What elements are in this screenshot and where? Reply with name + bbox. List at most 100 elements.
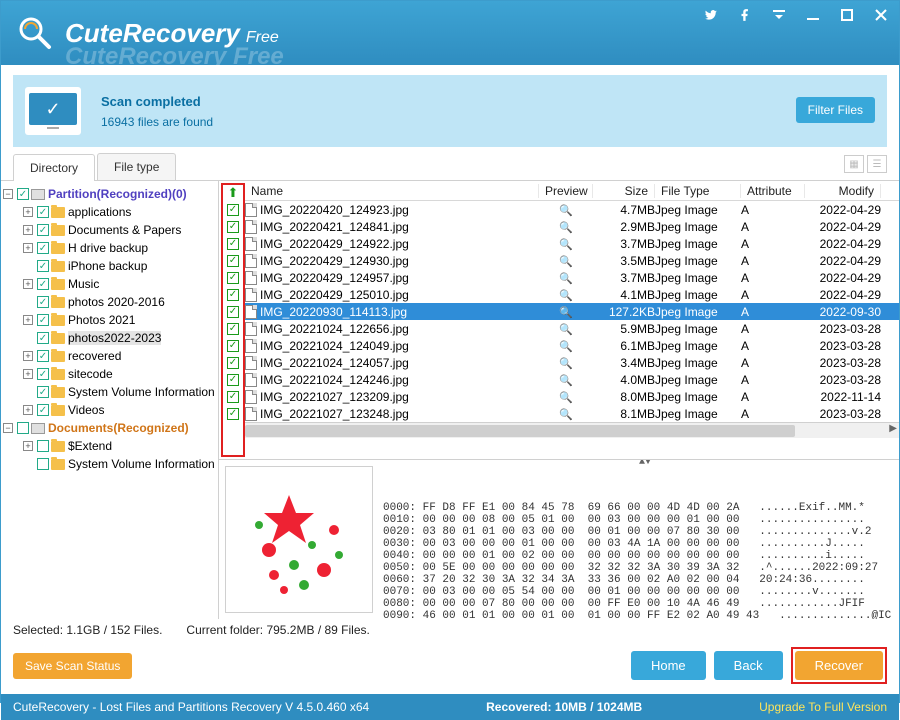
expand-toggle[interactable]: − xyxy=(3,423,13,433)
checkbox[interactable]: ✓ xyxy=(17,188,29,200)
file-row[interactable]: IMG_20220429_125010.jpg🔍4.1MBJpeg ImageA… xyxy=(245,286,899,303)
folder-label[interactable]: System Volume Information xyxy=(68,457,215,471)
preview-magnifier-icon[interactable]: 🔍 xyxy=(559,239,573,251)
file-row[interactable]: IMG_20221027_123209.jpg🔍8.0MBJpeg ImageA… xyxy=(245,388,899,405)
tree-folder-node[interactable]: +✓sitecode xyxy=(1,365,218,383)
file-checkbox[interactable]: ✓ xyxy=(227,374,239,386)
expand-toggle[interactable]: + xyxy=(23,405,33,415)
checkbox[interactable]: ✓ xyxy=(37,404,49,416)
tree-folder-node[interactable]: ✓ iPhone backup xyxy=(1,257,218,275)
minimize-icon[interactable] xyxy=(805,7,821,23)
save-scan-status-button[interactable]: Save Scan Status xyxy=(13,653,132,679)
preview-magnifier-icon[interactable]: 🔍 xyxy=(559,409,573,421)
file-row[interactable]: IMG_20220429_124922.jpg🔍3.7MBJpeg ImageA… xyxy=(245,235,899,252)
twitter-icon[interactable] xyxy=(703,7,719,23)
folder-label[interactable]: System Volume Information xyxy=(68,385,215,399)
col-preview[interactable]: Preview xyxy=(539,184,593,198)
checkbox[interactable]: ✓ xyxy=(37,278,49,290)
preview-magnifier-icon[interactable]: 🔍 xyxy=(559,273,573,285)
preview-magnifier-icon[interactable]: 🔍 xyxy=(559,256,573,268)
preview-magnifier-icon[interactable]: 🔍 xyxy=(559,375,573,387)
tree-folder-node[interactable]: +✓Documents & Papers xyxy=(1,221,218,239)
checkbox[interactable] xyxy=(17,422,29,434)
splitter-handle-icon[interactable]: ▲▼ xyxy=(639,460,651,468)
tab-file-type[interactable]: File type xyxy=(97,153,176,180)
checkbox[interactable]: ✓ xyxy=(37,260,49,272)
facebook-icon[interactable] xyxy=(737,7,753,23)
expand-toggle[interactable]: + xyxy=(23,315,33,325)
tree-folder-node[interactable]: ✓ System Volume Information xyxy=(1,383,218,401)
documents-node[interactable]: Documents(Recognized) xyxy=(48,421,189,435)
tree-folder-node[interactable]: +✓H drive backup xyxy=(1,239,218,257)
tree-folder-node[interactable]: ✓ photos2022-2023 xyxy=(1,329,218,347)
file-row[interactable]: IMG_20220429_124930.jpg🔍3.5MBJpeg ImageA… xyxy=(245,252,899,269)
checkbox[interactable]: ✓ xyxy=(37,386,49,398)
tree-folder-node[interactable]: +✓Photos 2021 xyxy=(1,311,218,329)
file-checkbox[interactable]: ✓ xyxy=(227,323,239,335)
folder-label[interactable]: photos2022-2023 xyxy=(68,331,161,345)
folder-label[interactable]: Music xyxy=(68,277,99,291)
col-modify[interactable]: Modify xyxy=(805,184,881,198)
checkbox[interactable]: ✓ xyxy=(37,368,49,380)
expand-toggle[interactable]: + xyxy=(23,243,33,253)
expand-toggle[interactable] xyxy=(23,261,33,271)
checkbox[interactable]: ✓ xyxy=(37,350,49,362)
preview-magnifier-icon[interactable]: 🔍 xyxy=(559,392,573,404)
file-checkbox[interactable]: ✓ xyxy=(227,255,239,267)
checkbox[interactable] xyxy=(37,440,49,452)
file-row[interactable]: IMG_20221027_123248.jpg🔍8.1MBJpeg ImageA… xyxy=(245,405,899,422)
expand-toggle[interactable] xyxy=(23,387,33,397)
file-grid[interactable]: Name Preview Size File Type Attribute Mo… xyxy=(245,181,899,459)
menu-dropdown-icon[interactable] xyxy=(771,7,787,23)
file-row[interactable]: IMG_20220420_124923.jpg🔍4.7MBJpeg ImageA… xyxy=(245,201,899,218)
file-row[interactable]: IMG_20221024_124049.jpg🔍6.1MBJpeg ImageA… xyxy=(245,337,899,354)
file-checkbox[interactable]: ✓ xyxy=(227,289,239,301)
checkbox[interactable] xyxy=(37,458,49,470)
tree-folder-node[interactable]: +✓Music xyxy=(1,275,218,293)
file-checkbox[interactable]: ✓ xyxy=(227,306,239,318)
upgrade-link[interactable]: Upgrade To Full Version xyxy=(759,700,887,714)
tab-directory[interactable]: Directory xyxy=(13,154,95,181)
col-type[interactable]: File Type xyxy=(655,184,741,198)
tree-folder-node[interactable]: ✓ photos 2020-2016 xyxy=(1,293,218,311)
home-button[interactable]: Home xyxy=(631,651,706,680)
file-checkbox[interactable]: ✓ xyxy=(227,221,239,233)
preview-magnifier-icon[interactable]: 🔍 xyxy=(559,307,573,319)
preview-magnifier-icon[interactable]: 🔍 xyxy=(559,341,573,353)
folder-label[interactable]: iPhone backup xyxy=(68,259,147,273)
folder-label[interactable]: recovered xyxy=(68,349,121,363)
file-row[interactable]: IMG_20221024_124057.jpg🔍3.4MBJpeg ImageA… xyxy=(245,354,899,371)
file-checkbox[interactable]: ✓ xyxy=(227,408,239,420)
expand-toggle[interactable] xyxy=(23,333,33,343)
folder-label[interactable]: photos 2020-2016 xyxy=(68,295,165,309)
file-checkbox[interactable]: ✓ xyxy=(227,272,239,284)
expand-toggle[interactable]: + xyxy=(23,351,33,361)
tree-folder-node[interactable]: +$Extend xyxy=(1,437,218,455)
back-button[interactable]: Back xyxy=(714,651,783,680)
folder-label[interactable]: applications xyxy=(68,205,131,219)
expand-toggle[interactable] xyxy=(23,459,33,469)
expand-toggle[interactable]: + xyxy=(23,207,33,217)
filter-files-button[interactable]: Filter Files xyxy=(796,97,875,123)
tree-folder-node[interactable]: + ✓ applications xyxy=(1,203,218,221)
close-icon[interactable] xyxy=(873,7,889,23)
recover-button[interactable]: Recover xyxy=(795,651,883,680)
maximize-icon[interactable] xyxy=(839,7,855,23)
file-checkbox[interactable]: ✓ xyxy=(227,238,239,250)
tree-folder-node[interactable]: System Volume Information xyxy=(1,455,218,473)
col-size[interactable]: Size xyxy=(593,184,655,198)
expand-toggle[interactable]: + xyxy=(23,225,33,235)
folder-label[interactable]: sitecode xyxy=(68,367,113,381)
col-attr[interactable]: Attribute xyxy=(741,184,805,198)
file-checkbox[interactable]: ✓ xyxy=(227,357,239,369)
partition-node[interactable]: Partition(Recognized)(0) xyxy=(48,187,187,201)
view-list-icon[interactable]: ☰ xyxy=(867,155,887,173)
col-name[interactable]: Name xyxy=(245,184,539,198)
checkbox[interactable]: ✓ xyxy=(37,296,49,308)
tree-folder-node[interactable]: +✓Videos xyxy=(1,401,218,419)
checkbox[interactable]: ✓ xyxy=(37,206,49,218)
folder-label[interactable]: Documents & Papers xyxy=(68,223,181,237)
preview-magnifier-icon[interactable]: 🔍 xyxy=(559,324,573,336)
file-checkbox[interactable]: ✓ xyxy=(227,204,239,216)
checkbox[interactable]: ✓ xyxy=(37,332,49,344)
